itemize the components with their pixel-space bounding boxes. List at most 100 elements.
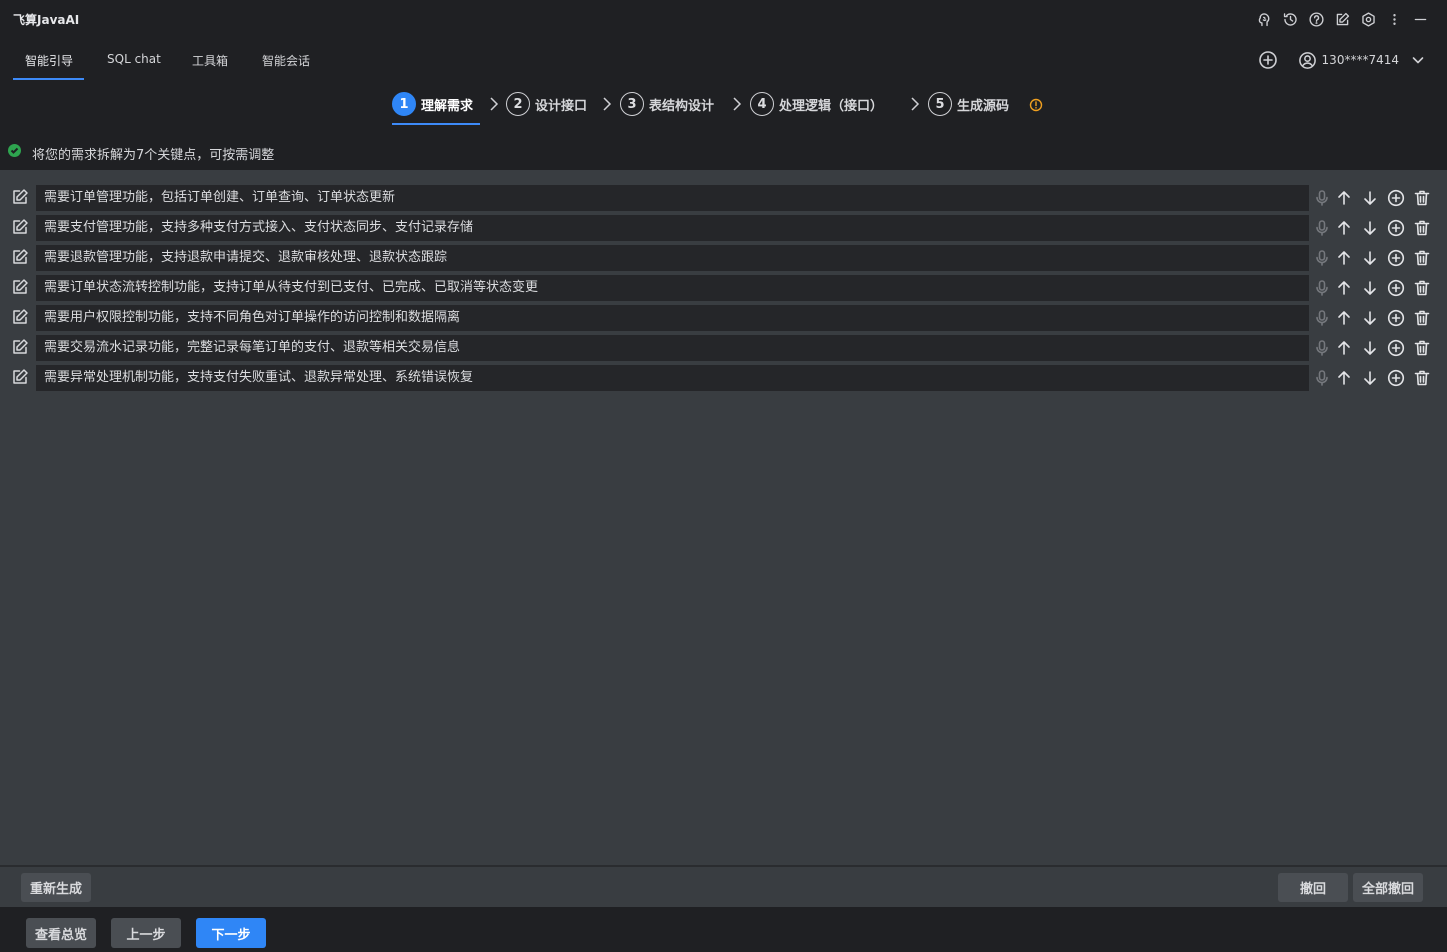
step-processing-logic[interactable]: 4 处理逻辑（接口） — [750, 92, 883, 116]
requirement-text-input[interactable]: 需要订单管理功能，包括订单创建、订单查询、订单状态更新 — [36, 185, 1309, 211]
row-actions — [1313, 187, 1435, 209]
user-account-label[interactable]: 130****7414 — [1322, 53, 1399, 67]
lower-action-bar: 重新生成 撤回 全部撤回 — [0, 865, 1447, 907]
delete-icon[interactable] — [1409, 337, 1435, 359]
status-message: 将您的需求拆解为7个关键点，可按需调整 — [32, 148, 275, 163]
tab-smart-guide[interactable]: 智能引导 — [12, 52, 85, 80]
step-number: 3 — [620, 92, 644, 116]
move-down-icon[interactable] — [1357, 247, 1383, 269]
chevron-down-icon[interactable] — [1411, 53, 1425, 67]
step-generate-source[interactable]: 5 生成源码 — [928, 92, 1009, 116]
move-down-icon[interactable] — [1357, 217, 1383, 239]
edit-icon[interactable] — [1332, 9, 1352, 29]
requirement-row: 需要支付管理功能，支持多种支付方式接入、支付状态同步、支付记录存储 — [0, 215, 1447, 241]
minimize-icon[interactable] — [1410, 9, 1430, 29]
more-icon[interactable] — [1384, 9, 1404, 29]
edit-icon[interactable] — [11, 338, 29, 356]
step-table-design[interactable]: 3 表结构设计 — [620, 92, 714, 116]
user-icon[interactable] — [1298, 51, 1317, 70]
microphone-icon[interactable] — [1313, 217, 1331, 239]
move-up-icon[interactable] — [1331, 337, 1357, 359]
step-design-interface[interactable]: 2 设计接口 — [506, 92, 587, 116]
edit-icon[interactable] — [11, 218, 29, 236]
microphone-icon[interactable] — [1313, 247, 1331, 269]
undo-button[interactable]: 撤回 — [1278, 873, 1348, 902]
undo-all-button[interactable]: 全部撤回 — [1353, 873, 1423, 902]
move-up-icon[interactable] — [1331, 277, 1357, 299]
delete-icon[interactable] — [1409, 277, 1435, 299]
requirement-text-input[interactable]: 需要退款管理功能，支持退款申请提交、退款审核处理、退款状态跟踪 — [36, 245, 1309, 271]
microphone-icon[interactable] — [1313, 337, 1331, 359]
move-down-icon[interactable] — [1357, 307, 1383, 329]
regenerate-button[interactable]: 重新生成 — [21, 873, 91, 902]
title-bar: 飞算JavaAI — [0, 0, 1447, 40]
edit-icon[interactable] — [11, 308, 29, 326]
move-down-icon[interactable] — [1357, 187, 1383, 209]
tab-toolbox[interactable]: 工具箱 — [192, 52, 228, 80]
add-row-icon[interactable] — [1383, 217, 1409, 239]
edit-icon[interactable] — [11, 278, 29, 296]
edit-icon[interactable] — [11, 188, 29, 206]
delete-icon[interactable] — [1409, 217, 1435, 239]
move-down-icon[interactable] — [1357, 277, 1383, 299]
add-row-icon[interactable] — [1383, 277, 1409, 299]
status-row: 将您的需求拆解为7个关键点，可按需调整 — [0, 134, 1447, 170]
delete-icon[interactable] — [1409, 307, 1435, 329]
move-up-icon[interactable] — [1331, 187, 1357, 209]
move-up-icon[interactable] — [1331, 217, 1357, 239]
step-label: 生成源码 — [957, 98, 1010, 114]
add-row-icon[interactable] — [1383, 337, 1409, 359]
move-up-icon[interactable] — [1331, 307, 1357, 329]
add-icon[interactable] — [1258, 50, 1278, 70]
requirement-row: 需要退款管理功能，支持退款申请提交、退款审核处理、退款状态跟踪 — [0, 245, 1447, 271]
microphone-icon[interactable] — [1313, 187, 1331, 209]
row-actions — [1313, 247, 1435, 269]
step-number: 1 — [392, 92, 416, 116]
delete-icon[interactable] — [1409, 247, 1435, 269]
add-row-icon[interactable] — [1383, 367, 1409, 389]
move-down-icon[interactable] — [1357, 337, 1383, 359]
requirement-text-input[interactable]: 需要异常处理机制功能，支持支付失败重试、退款异常处理、系统错误恢复 — [36, 365, 1309, 391]
microphone-icon[interactable] — [1313, 307, 1331, 329]
microphone-icon[interactable] — [1313, 277, 1331, 299]
brain-icon[interactable] — [1254, 9, 1274, 29]
requirement-text-input[interactable]: 需要订单状态流转控制功能，支持订单从待支付到已支付、已完成、已取消等状态变更 — [36, 275, 1309, 301]
step-understand-requirements[interactable]: 1 理解需求 — [392, 92, 473, 116]
tab-smart-chat[interactable]: 智能会话 — [262, 52, 310, 80]
move-up-icon[interactable] — [1331, 367, 1357, 389]
step-label: 表结构设计 — [649, 98, 715, 114]
edit-icon[interactable] — [11, 248, 29, 266]
info-warning-icon[interactable] — [1029, 98, 1043, 112]
row-actions — [1313, 367, 1435, 389]
add-row-icon[interactable] — [1383, 187, 1409, 209]
step-label: 理解需求 — [421, 98, 474, 114]
microphone-icon[interactable] — [1313, 367, 1331, 389]
move-down-icon[interactable] — [1357, 367, 1383, 389]
delete-icon[interactable] — [1409, 187, 1435, 209]
view-overview-button[interactable]: 查看总览 — [26, 918, 96, 948]
chevron-right-icon — [489, 97, 499, 111]
title-icons — [1254, 9, 1430, 29]
add-row-icon[interactable] — [1383, 247, 1409, 269]
edit-icon[interactable] — [11, 368, 29, 386]
history-icon[interactable] — [1280, 9, 1300, 29]
tab-sql-chat[interactable]: SQL chat — [107, 52, 161, 80]
row-actions — [1313, 277, 1435, 299]
requirement-row: 需要用户权限控制功能，支持不同角色对订单操作的访问控制和数据隔离 — [0, 305, 1447, 331]
next-step-button[interactable]: 下一步 — [196, 918, 266, 948]
step-number: 5 — [928, 92, 952, 116]
requirements-list: 需要订单管理功能，包括订单创建、订单查询、订单状态更新 需要支付管理功能，支持多… — [0, 170, 1447, 865]
requirement-row: 需要订单状态流转控制功能，支持订单从待支付到已支付、已完成、已取消等状态变更 — [0, 275, 1447, 301]
requirement-text-input[interactable]: 需要交易流水记录功能，完整记录每笔订单的支付、退款等相关交易信息 — [36, 335, 1309, 361]
settings-icon[interactable] — [1358, 9, 1378, 29]
delete-icon[interactable] — [1409, 367, 1435, 389]
add-row-icon[interactable] — [1383, 307, 1409, 329]
chevron-right-icon — [602, 97, 612, 111]
previous-step-button[interactable]: 上一步 — [111, 918, 181, 948]
requirement-row: 需要异常处理机制功能，支持支付失败重试、退款异常处理、系统错误恢复 — [0, 365, 1447, 391]
step-number: 4 — [750, 92, 774, 116]
requirement-text-input[interactable]: 需要支付管理功能，支持多种支付方式接入、支付状态同步、支付记录存储 — [36, 215, 1309, 241]
help-icon[interactable] — [1306, 9, 1326, 29]
requirement-text-input[interactable]: 需要用户权限控制功能，支持不同角色对订单操作的访问控制和数据隔离 — [36, 305, 1309, 331]
move-up-icon[interactable] — [1331, 247, 1357, 269]
